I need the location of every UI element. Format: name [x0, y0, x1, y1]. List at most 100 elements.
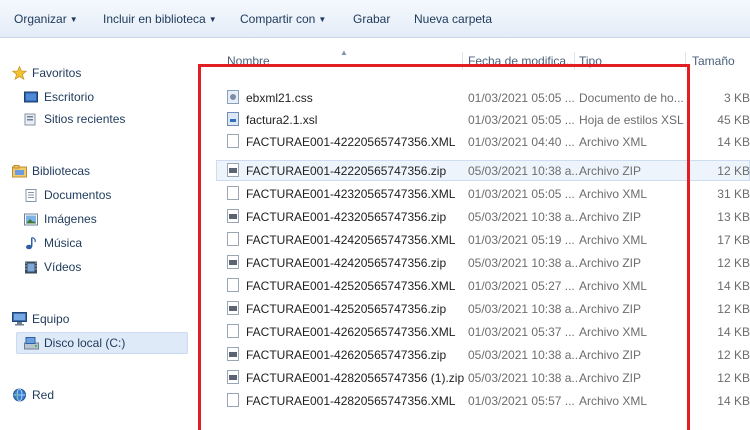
- new-folder-button[interactable]: Nueva carpeta: [414, 12, 492, 26]
- file-row[interactable]: FACTURAE001-42420565747356.zip 05/03/202…: [200, 252, 750, 274]
- file-date: 05/03/2021 10:38 a...: [468, 164, 582, 178]
- file-name: FACTURAE001-42320565747356.XML: [246, 187, 456, 201]
- file-size: 14 KB: [717, 135, 750, 149]
- recent-places-icon: [24, 112, 38, 126]
- file-name: factura2.1.xsl: [246, 113, 318, 127]
- network-icon: [12, 388, 26, 402]
- nav-recent-label: Sitios recientes: [44, 112, 126, 126]
- file-type: Archivo XML: [579, 233, 648, 247]
- file-size: 14 KB: [717, 394, 750, 408]
- share-with-label: Compartir con: [240, 12, 316, 26]
- file-name: FACTURAE001-42520565747356.XML: [246, 279, 456, 293]
- file-row[interactable]: FACTURAE001-42220565747356.XML 01/03/202…: [200, 131, 750, 153]
- file-size: 12 KB: [717, 348, 750, 362]
- include-library-button[interactable]: Incluir en biblioteca ▼: [103, 12, 217, 26]
- file-date: 05/03/2021 10:38 a...: [468, 371, 582, 385]
- file-type: Archivo ZIP: [579, 164, 642, 178]
- xml-file-icon: [227, 134, 239, 148]
- file-row[interactable]: FACTURAE001-42320565747356.XML 01/03/202…: [200, 183, 750, 205]
- file-name: FACTURAE001-42620565747356.zip: [246, 348, 447, 362]
- file-type: Archivo XML: [579, 135, 648, 149]
- file-name: ebxml21.css: [246, 91, 313, 105]
- nav-documents-label: Documentos: [44, 188, 112, 202]
- nav-computer-label: Equipo: [32, 312, 70, 326]
- file-type: Documento de ho...: [579, 91, 684, 105]
- file-type: Archivo ZIP: [579, 256, 642, 270]
- file-row[interactable]: FACTURAE001-42520565747356.zip 05/03/202…: [200, 298, 750, 320]
- file-row-hovered[interactable]: FACTURAE001-42220565747356.zip 05/03/202…: [200, 160, 750, 182]
- zip-file-icon: [227, 209, 239, 223]
- navigation-pane: Favoritos Escritorio Sitios recientes Bi…: [0, 39, 196, 430]
- file-row[interactable]: FACTURAE001-42420565747356.XML 01/03/202…: [200, 229, 750, 251]
- file-size: 3 KB: [723, 91, 750, 105]
- file-row[interactable]: FACTURAE001-42320565747356.zip 05/03/202…: [200, 206, 750, 228]
- burn-button[interactable]: Grabar: [353, 12, 390, 26]
- file-name: FACTURAE001-42820565747356 (1).zip: [246, 371, 465, 385]
- file-row[interactable]: FACTURAE001-42620565747356.XML 01/03/202…: [200, 321, 750, 343]
- file-date: 01/03/2021 05:57 ...: [468, 394, 575, 408]
- include-library-label: Incluir en biblioteca: [103, 12, 206, 26]
- zip-file-icon: [227, 370, 239, 384]
- file-type: Archivo ZIP: [579, 348, 642, 362]
- nav-favorites-label: Favoritos: [32, 66, 82, 80]
- file-size: 12 KB: [717, 302, 750, 316]
- column-header-name[interactable]: Nombre: [227, 54, 270, 68]
- css-file-icon: [227, 90, 239, 104]
- file-type: Archivo XML: [579, 279, 648, 293]
- file-type: Archivo ZIP: [579, 210, 642, 224]
- music-icon: [24, 236, 38, 250]
- nav-music-label: Música: [44, 236, 83, 250]
- file-date: 05/03/2021 10:38 a...: [468, 256, 582, 270]
- zip-file-icon: [227, 255, 239, 269]
- libraries-icon: [12, 164, 27, 178]
- nav-network-label: Red: [32, 388, 55, 402]
- chevron-down-icon: ▼: [208, 15, 217, 24]
- file-size: 12 KB: [717, 164, 750, 178]
- file-type: Archivo ZIP: [579, 302, 642, 316]
- file-row[interactable]: FACTURAE001-42520565747356.XML 01/03/202…: [200, 275, 750, 297]
- file-date: 01/03/2021 05:05 ...: [468, 187, 575, 201]
- column-divider[interactable]: [574, 52, 575, 70]
- computer-icon: [12, 312, 27, 326]
- organize-button[interactable]: Organizar ▼: [14, 12, 78, 26]
- column-divider[interactable]: [462, 52, 463, 70]
- nav-local-disk-label: Disco local (C:): [44, 336, 126, 350]
- file-row[interactable]: FACTURAE001-42820565747356.XML 01/03/202…: [200, 390, 750, 412]
- nav-desktop-label: Escritorio: [44, 90, 95, 104]
- file-type: Archivo XML: [579, 325, 648, 339]
- file-size: 45 KB: [717, 113, 750, 127]
- zip-file-icon: [227, 347, 239, 361]
- file-date: 01/03/2021 05:05 ...: [468, 113, 575, 127]
- file-size: 12 KB: [717, 256, 750, 270]
- file-row[interactable]: FACTURAE001-42820565747356 (1).zip 05/03…: [200, 367, 750, 389]
- desktop-icon: [24, 90, 38, 103]
- file-date: 05/03/2021 10:38 a...: [468, 348, 582, 362]
- file-size: 31 KB: [717, 187, 750, 201]
- videos-icon: [24, 260, 38, 274]
- xsl-file-icon: [227, 112, 239, 126]
- file-size: 14 KB: [717, 325, 750, 339]
- file-name: FACTURAE001-42820565747356.XML: [246, 394, 456, 408]
- file-type: Hoja de estilos XSL: [579, 113, 684, 127]
- command-bar: Organizar ▼ Incluir en biblioteca ▼ Compar…: [0, 0, 750, 38]
- column-header-date[interactable]: Fecha de modifica...: [468, 54, 576, 68]
- xml-file-icon: [227, 232, 239, 246]
- file-date: 01/03/2021 04:40 ...: [468, 135, 575, 149]
- file-size: 14 KB: [717, 279, 750, 293]
- column-header-type[interactable]: Tipo: [579, 54, 602, 68]
- file-size: 12 KB: [717, 371, 750, 385]
- file-name: FACTURAE001-42220565747356.zip: [246, 164, 447, 178]
- file-date: 01/03/2021 05:05 ...: [468, 91, 575, 105]
- column-header-size[interactable]: Tamaño: [692, 54, 735, 68]
- star-icon: [11, 65, 28, 81]
- column-divider[interactable]: [685, 52, 686, 70]
- nav-videos-label: Vídeos: [44, 260, 82, 274]
- file-row[interactable]: ebxml21.css 01/03/2021 05:05 ... Documen…: [200, 87, 750, 109]
- file-row[interactable]: factura2.1.xsl 01/03/2021 05:05 ... Hoja…: [200, 109, 750, 131]
- file-name: FACTURAE001-42320565747356.zip: [246, 210, 447, 224]
- organize-label: Organizar: [14, 12, 67, 26]
- file-row[interactable]: FACTURAE001-42620565747356.zip 05/03/202…: [200, 344, 750, 366]
- documents-icon: [24, 188, 38, 202]
- share-with-button[interactable]: Compartir con ▼: [240, 12, 326, 26]
- disk-drive-icon: [24, 336, 39, 350]
